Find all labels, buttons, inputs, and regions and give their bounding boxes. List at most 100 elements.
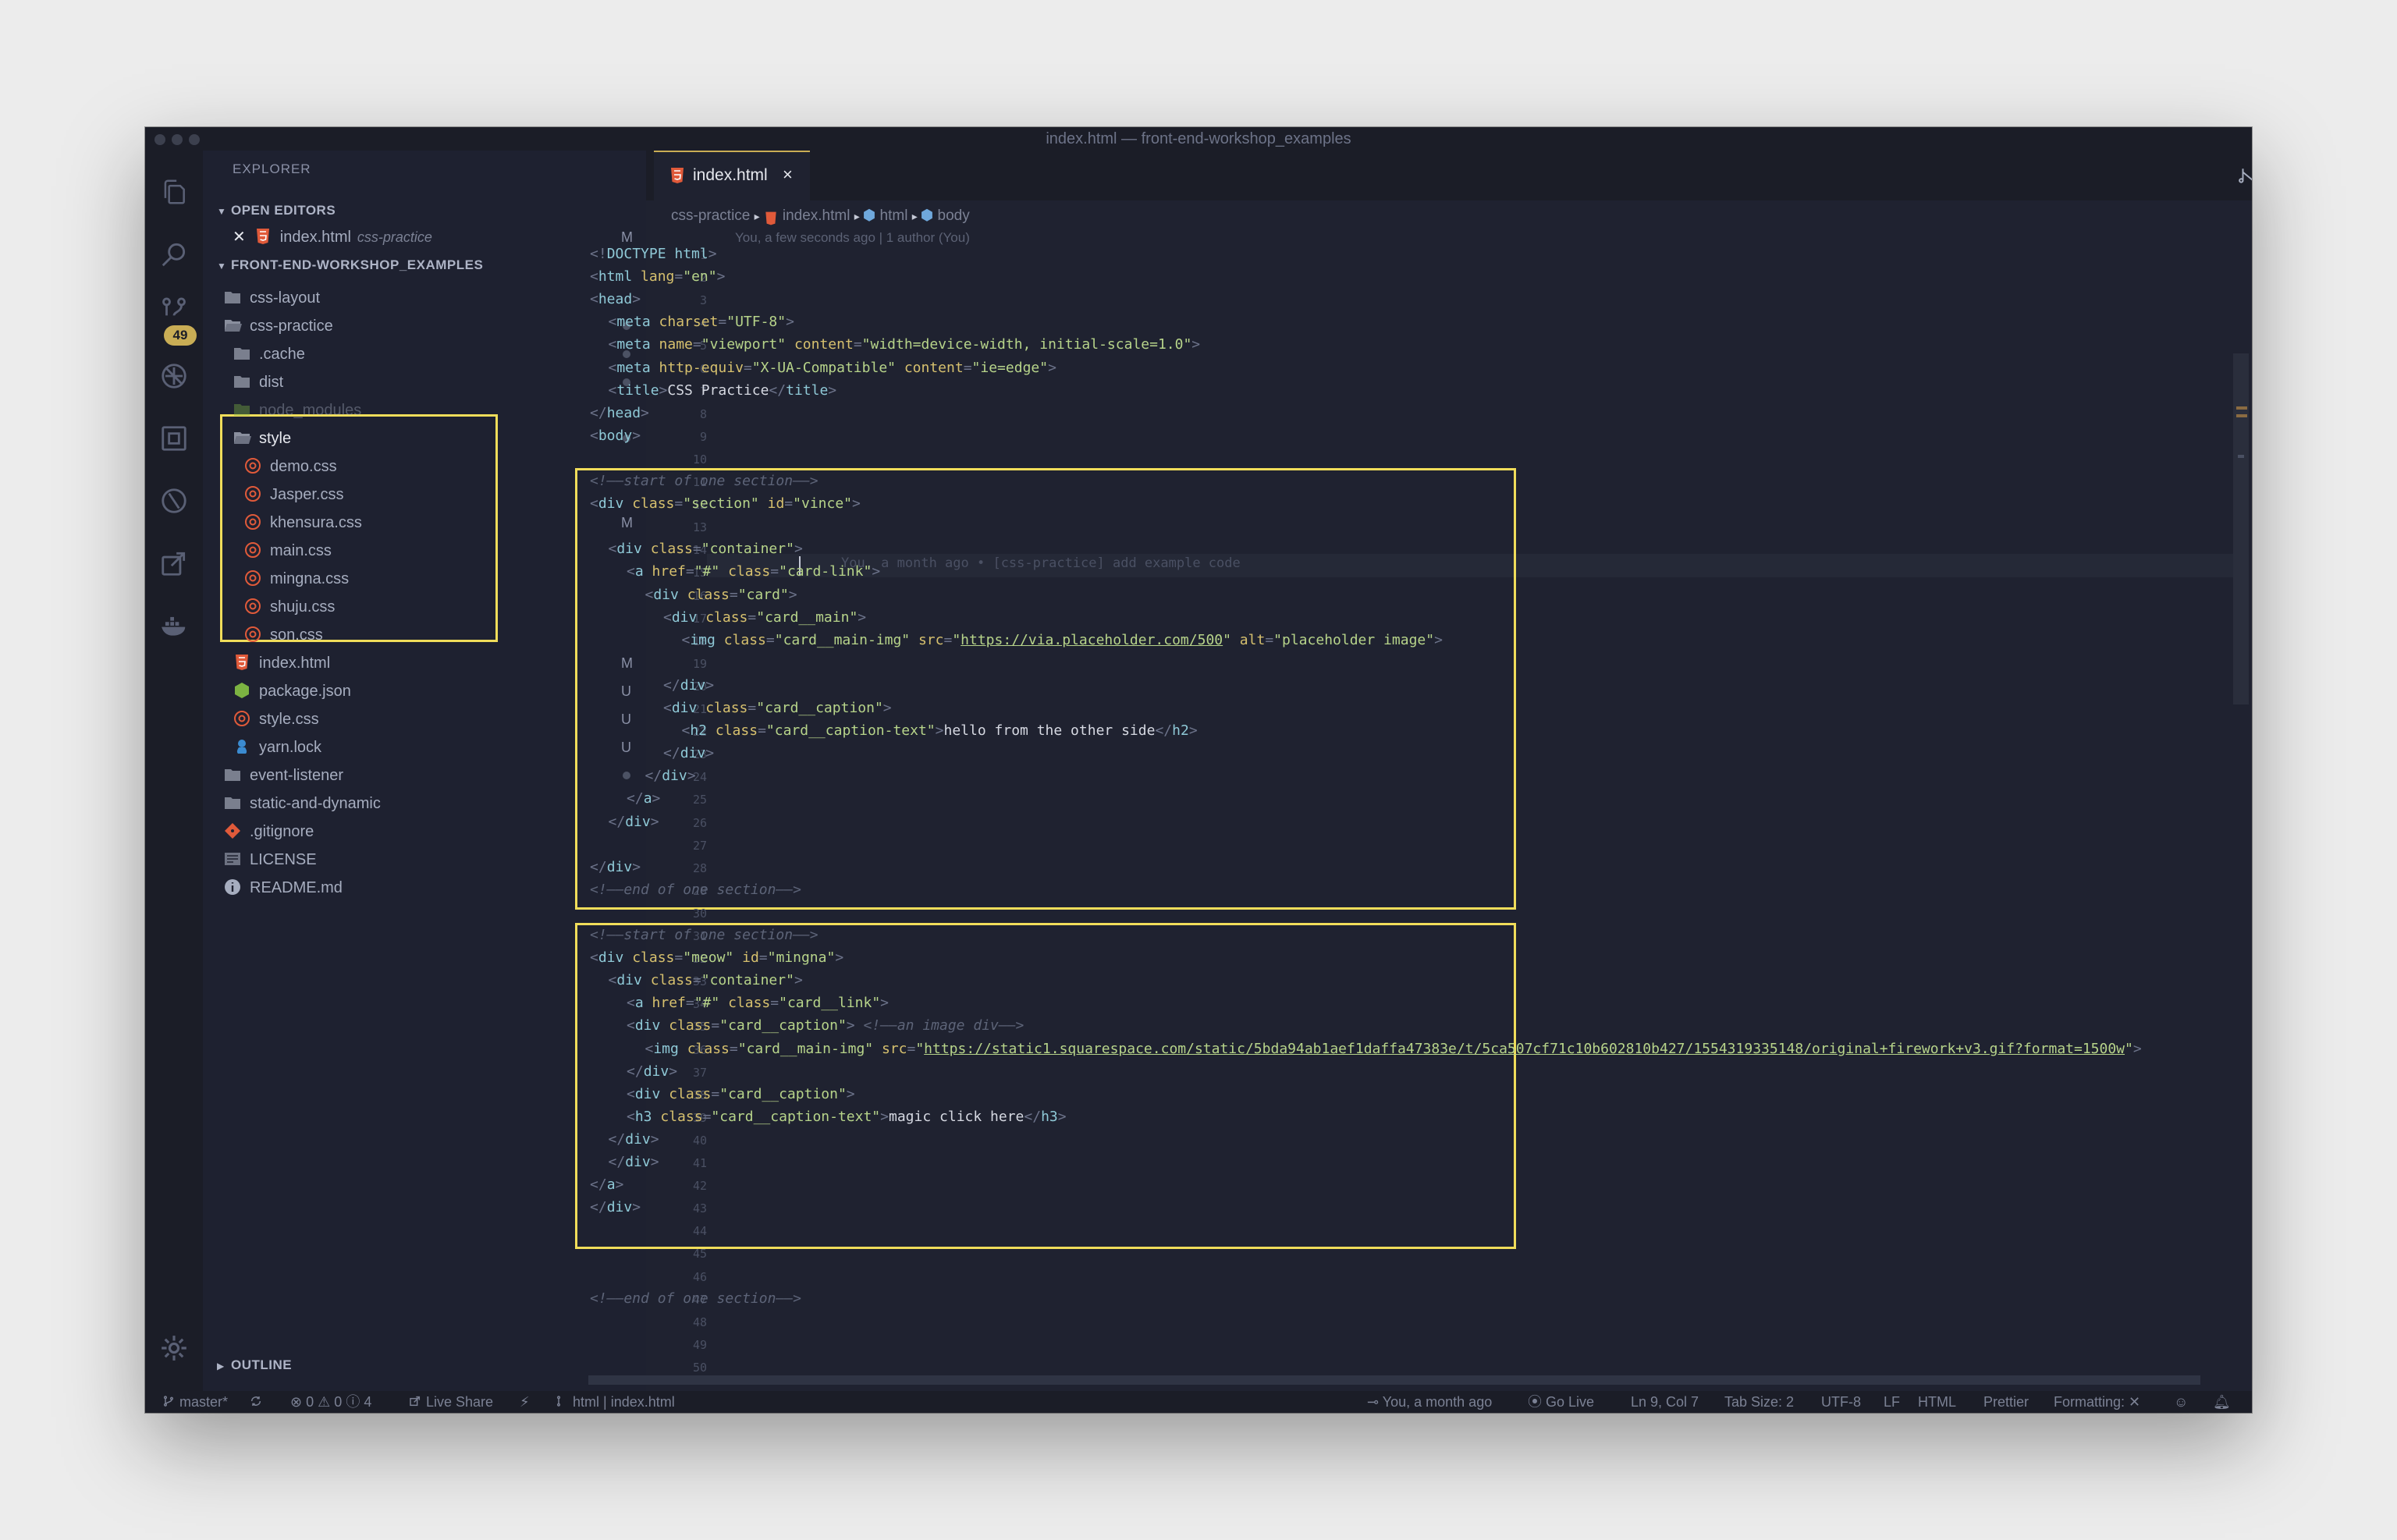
tree-item[interactable]: shuju.css <box>243 594 335 620</box>
tree-item[interactable]: node_modules <box>233 397 361 424</box>
breadcrumb-symbol-html[interactable]: html <box>880 208 908 224</box>
docker-icon[interactable] <box>159 611 189 640</box>
code-token: class <box>697 609 748 626</box>
timeline-icon[interactable] <box>159 486 189 516</box>
go-live-button[interactable]: ⦿ Go Live <box>1528 1391 1594 1413</box>
prettier-formatter[interactable]: Prettier <box>1983 1391 2029 1413</box>
code-token: img <box>690 631 716 648</box>
open-editors-header[interactable]: ▼ OPEN EDITORS <box>217 197 336 224</box>
tab-close-button[interactable]: × <box>783 165 793 185</box>
code-token: > <box>650 813 659 830</box>
code-token: div <box>680 745 706 762</box>
outline-label: OUTLINE <box>231 1357 293 1372</box>
open-editor-item[interactable]: ✕ index.html css-practice <box>233 224 432 250</box>
code-line: </div> <box>590 1199 641 1215</box>
breadcrumb-symbol-body[interactable]: body <box>938 208 970 224</box>
tree-item[interactable]: LICENSE <box>223 846 317 873</box>
notifications-bell-icon[interactable]: 🔔︎ <box>2213 1391 2231 1413</box>
live-share-button[interactable]: Live Share <box>409 1391 493 1413</box>
encoding[interactable]: UTF-8 <box>1821 1391 1861 1413</box>
breadcrumb-folder[interactable]: css-practice <box>671 208 750 224</box>
lightning-icon[interactable]: ⚡ <box>520 1391 530 1413</box>
warning-icon: ⚠ <box>318 1394 331 1410</box>
chevron-right-icon: ▸ <box>911 210 921 222</box>
code-token: < <box>590 427 598 444</box>
code-line: <html lang="en"> <box>590 268 725 285</box>
search-icon[interactable] <box>159 240 189 269</box>
workspace-header[interactable]: ▼ FRONT-END-WORKSHOP_EXAMPLES <box>217 252 483 279</box>
scroll-position-marker <box>2238 455 2244 458</box>
tree-item[interactable]: style <box>233 425 291 452</box>
debug-icon[interactable] <box>159 361 189 391</box>
code-line: </a> <box>627 790 660 807</box>
code-token: = <box>711 1017 720 1034</box>
code-token: class <box>678 1040 730 1057</box>
tab-size[interactable]: Tab Size: 2 <box>1724 1391 1794 1413</box>
window-title: index.html — front-end-workshop_examples <box>1046 130 1351 147</box>
code-line: <div class="card__caption"> <box>663 700 892 716</box>
files-icon[interactable] <box>159 177 189 207</box>
tree-item[interactable]: css-layout <box>223 285 320 311</box>
line-number: 41 <box>692 1156 707 1170</box>
line-number: 13 <box>692 520 707 535</box>
language-mode[interactable]: HTML <box>1918 1391 1956 1413</box>
extensions-icon[interactable] <box>159 424 189 453</box>
code-token: > <box>705 745 715 762</box>
code-token: < <box>590 268 598 286</box>
tree-item[interactable]: khensura.css <box>243 509 362 536</box>
code-token: class <box>660 1085 712 1102</box>
tree-item[interactable]: dist <box>233 369 283 396</box>
code-token: < <box>663 609 672 626</box>
blame-status[interactable]: ⊸ You, a month ago <box>1367 1391 1492 1413</box>
symbol-icon: ⬢ <box>862 208 876 224</box>
live-share-icon[interactable] <box>159 548 189 578</box>
tree-item[interactable]: package.json <box>233 678 351 704</box>
code-token: "placeholder image" <box>1273 631 1435 648</box>
tree-item[interactable]: demo.css <box>243 453 337 480</box>
file-path-label: index.html <box>610 1394 675 1410</box>
sync-button[interactable] <box>250 1391 267 1413</box>
tree-item[interactable]: main.css <box>243 538 332 564</box>
language-path[interactable]: html | index.html <box>556 1391 675 1413</box>
code-token: div <box>606 858 633 875</box>
tab-index-html[interactable]: index.html × <box>654 151 810 200</box>
code-token: < <box>608 336 617 353</box>
close-icon[interactable]: ✕ <box>233 229 246 246</box>
end-of-line[interactable]: LF <box>1884 1391 1900 1413</box>
tree-item[interactable]: event-listener <box>223 762 343 789</box>
tree-item[interactable]: static-and-dynamic <box>223 790 381 817</box>
code-token: div <box>625 1154 651 1170</box>
outline-header[interactable]: ▶ OUTLINE <box>217 1352 292 1379</box>
settings-gear-icon[interactable] <box>159 1333 189 1363</box>
tree-item[interactable]: yarn.lock <box>233 734 321 761</box>
git-branch[interactable]: master* <box>162 1391 228 1413</box>
code-line: <title>CSS Practice</title> <box>609 382 837 399</box>
tree-item[interactable]: .gitignore <box>223 818 314 845</box>
tree-item[interactable]: Jasper.css <box>243 481 343 508</box>
code-token: = <box>692 972 701 989</box>
problems-indicator[interactable]: ⊗ 0 ⚠ 0 ⓘ 4 <box>290 1391 371 1413</box>
code-token: "card__link" <box>779 995 881 1012</box>
breadcrumb-file[interactable]: index.html <box>783 208 850 224</box>
tree-item[interactable]: README.md <box>223 875 343 901</box>
line-number: 30 <box>692 906 707 921</box>
code-token: = <box>702 1108 712 1125</box>
open-changes-icon[interactable] <box>2238 166 2252 186</box>
code-token: " <box>2125 1040 2133 1057</box>
tree-item[interactable]: mingna.css <box>243 566 349 592</box>
source-control-icon[interactable] <box>159 296 189 325</box>
tree-item[interactable]: son.css <box>243 622 323 648</box>
code-line: </a> <box>590 1176 623 1193</box>
tree-item[interactable]: index.html <box>233 650 330 676</box>
code-token: "card-link" <box>779 563 872 580</box>
codelens-authors[interactable]: You, a few seconds ago | 1 author (You) <box>735 230 970 246</box>
formatting-toggle[interactable]: Formatting: ✕ <box>2054 1391 2140 1413</box>
tree-item[interactable]: .cache <box>233 341 305 367</box>
code-line: <a href="#" class="card-link"> <box>627 563 880 580</box>
feedback-smiley-icon[interactable]: ☺ <box>2174 1391 2188 1413</box>
tree-item[interactable]: style.css <box>233 706 319 733</box>
cursor-position[interactable]: Ln 9, Col 7 <box>1631 1391 1699 1413</box>
code-token: < <box>608 972 617 989</box>
horizontal-scrollbar[interactable] <box>588 1375 2200 1385</box>
tree-item[interactable]: css-practice <box>223 313 333 339</box>
